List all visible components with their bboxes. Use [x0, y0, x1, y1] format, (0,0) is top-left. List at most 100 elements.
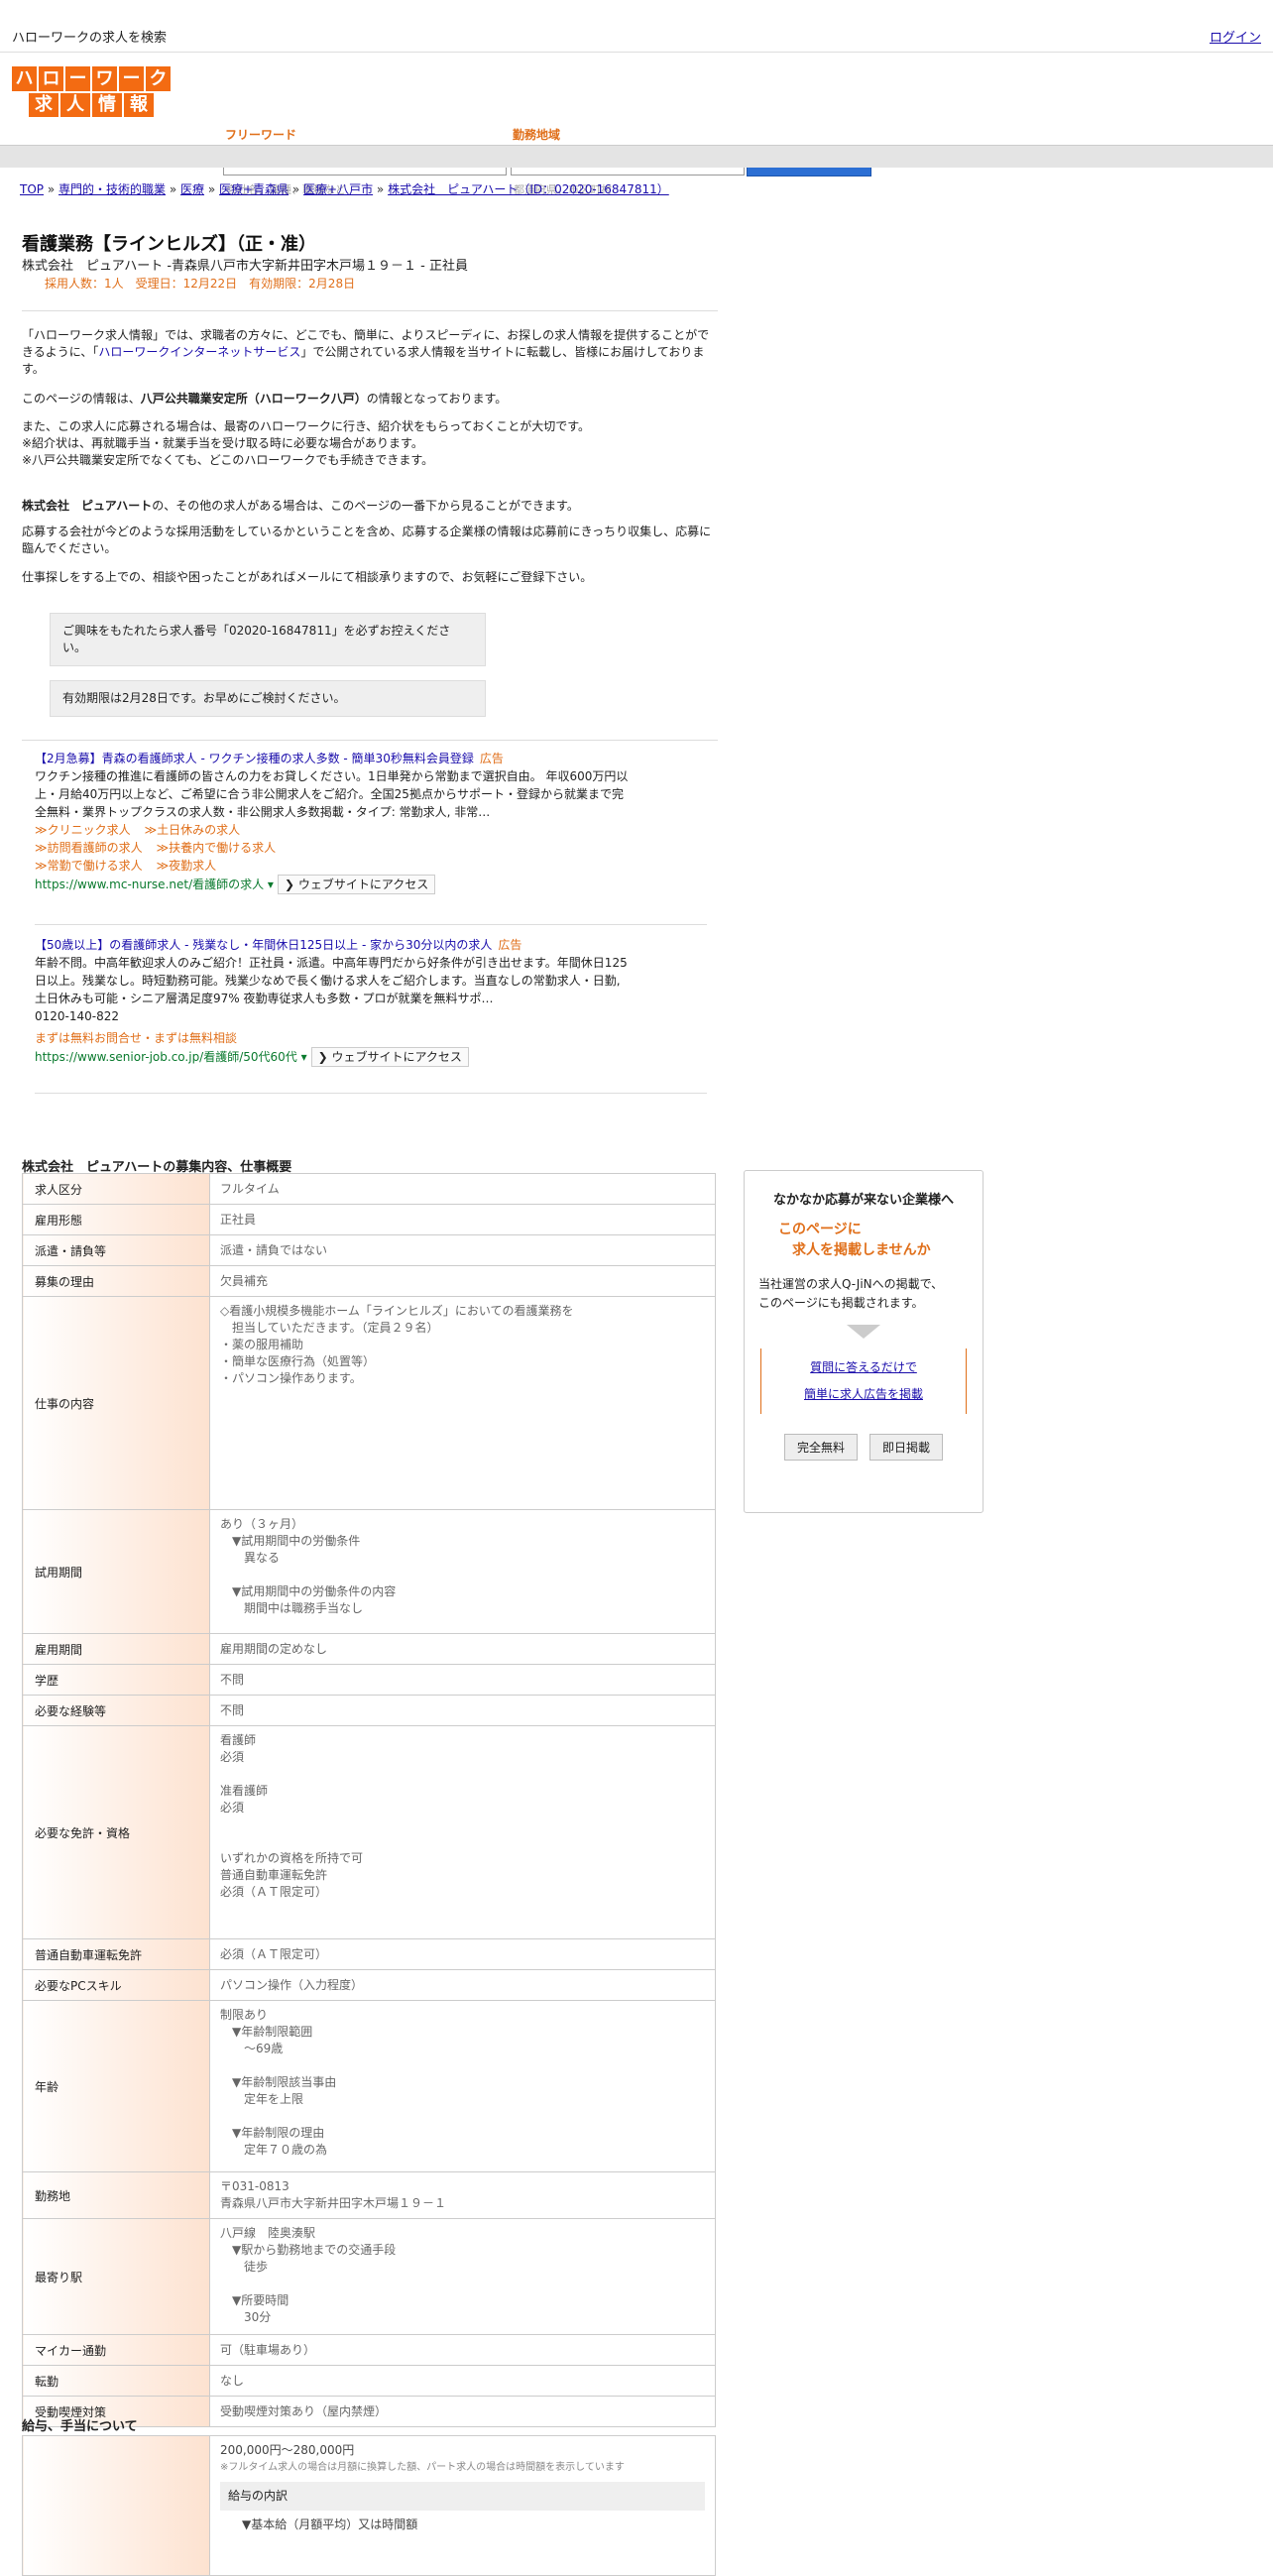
spec-row: 雇用形態 正社員 — [22, 1204, 716, 1235]
breadcrumb-link[interactable]: 医療+青森県 — [219, 182, 289, 196]
spec-key: 勤務地 — [22, 2171, 210, 2219]
logo-char: 情 — [92, 93, 122, 117]
promo-link[interactable]: 簡単に求人広告を掲載 — [804, 1387, 923, 1401]
ad-phone[interactable]: 0120-140-822 — [35, 1007, 630, 1025]
spec-row: 転勤 なし — [22, 2365, 716, 2397]
spec-value: 看護師 必須 准看護師 必須 いずれかの資格を所持で可 普通自動車運転免許 必須… — [209, 1725, 716, 1939]
breadcrumb-link[interactable]: 医療+八戸市 — [303, 182, 373, 196]
spec-value: 派遣・請負ではない — [209, 1234, 716, 1266]
spec-row: 最寄り駅 八戸線 陸奥湊駅 ▼駅から勤務地までの交通手段 徒歩 ▼所要時間 30分 — [22, 2218, 716, 2335]
spec-value: なし — [209, 2365, 716, 2397]
spec-row: 求人区分 フルタイム — [22, 1173, 716, 1205]
logo-char: ー — [65, 66, 90, 91]
spec-value: 不問 — [209, 1664, 716, 1696]
ad-sitelink[interactable]: ≫夜勤求人 — [157, 859, 217, 873]
spec-value: ◇看護小規模多機能ホーム「ラインヒルズ」においての看護業務を 担当していただきま… — [209, 1296, 716, 1510]
free-badge-button[interactable]: 完全無料 — [783, 1434, 858, 1461]
site-header: ハローワーク求人情報 フリーワード 会社名、業種、職種など 勤務地域 都道府県、… — [0, 53, 1273, 196]
wage-table: 200,000円〜280,000円 ※フルタイム求人の場合は月額に換算した額、パ… — [22, 2435, 716, 2576]
spec-key: 雇用期間 — [22, 1633, 210, 1665]
area-label: 勤務地域 — [513, 128, 561, 142]
company-line: 株式会社 ピュアハート -青森県八戸市大字新井田字木戸場１９－１ - 正社員 — [22, 259, 468, 274]
breadcrumb-separator: » — [204, 182, 219, 196]
promo-link-box: 質問に答えるだけで 簡単に求人広告を掲載 — [760, 1348, 967, 1414]
breadcrumb-link[interactable]: 株式会社 ピュアハート（ID：02020-16847811） — [388, 182, 669, 196]
header-divider — [0, 145, 1273, 168]
ad-visit-button[interactable]: ❯ ウェブサイトにアクセス — [277, 875, 436, 894]
divider — [35, 924, 707, 925]
spec-row: 雇用期間 雇用期間の定めなし — [22, 1633, 716, 1665]
site-logo[interactable]: ハローワーク求人情報 — [4, 66, 178, 119]
deadline-notice: 有効期限は2月28日です。お早めにご検討ください。 — [50, 680, 486, 717]
spec-row: 派遣・請負等 派遣・請負ではない — [22, 1234, 716, 1266]
ad-title-link[interactable]: 【50歳以上】の看護師求人 - 残業なし・年間休日125日以上 - 家から30分… — [35, 938, 492, 952]
ad-url[interactable]: https://www.senior-job.co.jp/看護師/50代60代 … — [35, 1050, 307, 1064]
promo-heading: なかなか応募が来ない企業様へ — [772, 1193, 954, 1208]
breadcrumb-link[interactable]: TOP — [20, 182, 44, 196]
arrow-down-icon — [847, 1325, 880, 1339]
spec-row: 学歴 不問 — [22, 1664, 716, 1696]
ad-sitelink[interactable]: ≫訪問看護師の求人 — [35, 841, 143, 855]
ad-sitelink[interactable]: ≫土日休みの求人 — [145, 823, 241, 837]
wage-amount: 200,000円〜280,000円 — [220, 2443, 355, 2457]
ad-url[interactable]: https://www.mc-nurse.net/看護師の求人 ▾ — [35, 878, 274, 891]
login-link[interactable]: ログイン — [1210, 27, 1261, 46]
spec-value: 必須（ＡＴ限定可） — [209, 1938, 716, 1970]
freeword-label: フリーワード — [225, 128, 297, 142]
id-notice: ご興味をもたれたら求人番号「02020-16847811」を必ずお控えください。 — [50, 613, 486, 666]
intro-paragraph-5: 応募する会社が今どのような採用活動をしているかということを含め、応募する企業様の… — [22, 525, 712, 555]
spec-value: 雇用期間の定めなし — [209, 1633, 716, 1665]
ad-title-link[interactable]: 【2月急募】青森の看護師求人 - ワクチン接種の求人多数 - 簡単30秒無料会員… — [35, 752, 474, 765]
spec-value: 欠員補充 — [209, 1265, 716, 1297]
spec-key: 学歴 — [22, 1664, 210, 1696]
logo-char: ク — [146, 66, 171, 91]
breadcrumb-separator: » — [289, 182, 304, 196]
spec-key: 年齢 — [22, 2000, 210, 2172]
spec-key: 求人区分 — [22, 1173, 210, 1205]
spec-key: 転勤 — [22, 2365, 210, 2397]
wage-value: 200,000円〜280,000円 ※フルタイム求人の場合は月額に換算した額、パ… — [209, 2435, 716, 2576]
spec-value: 可（駐車場あり） — [209, 2334, 716, 2366]
spec-key: 最寄り駅 — [22, 2218, 210, 2335]
ad-visit-button[interactable]: ❯ ウェブサイトにアクセス — [310, 1047, 469, 1067]
breadcrumb-link[interactable]: 専門的・技術的職業 — [58, 182, 166, 196]
spec-value: 受動喫煙対策あり（屋内禁煙） — [209, 2396, 716, 2427]
ad-sitelink[interactable]: ≫常勤で働ける求人 — [35, 859, 143, 873]
same-day-badge-button[interactable]: 即日掲載 — [869, 1434, 944, 1461]
spec-key: 仕事の内容 — [22, 1296, 210, 1510]
section-title: 給与、手当について — [22, 2419, 138, 2434]
spec-row: 仕事の内容 ◇看護小規模多機能ホーム「ラインヒルズ」においての看護業務を 担当して… — [22, 1296, 716, 1510]
logo-char: 求 — [29, 93, 58, 117]
ad-sitelink[interactable]: ≫クリニック求人 — [35, 823, 131, 837]
top-bar: ハローワークの求人を検索 ログイン — [0, 0, 1273, 53]
spec-key: 必要なPCスキル — [22, 1969, 210, 2001]
breadcrumb-separator: » — [166, 182, 180, 196]
ad-sitelink[interactable]: まずは無料お問合せ・まずは無料相談 — [35, 1031, 237, 1045]
spec-value: パソコン操作（入力程度） — [209, 1969, 716, 2001]
spec-key: マイカー通勤 — [22, 2334, 210, 2366]
promo-description: 当社運営の求人Q-JiNへの掲載で、 このページにも掲載されます。 — [758, 1277, 944, 1310]
job-spec-table: 求人区分 フルタイム 雇用形態 正社員 派遣・請負等 派遣・請負ではない 募集の理由 欠員補充… — [22, 1173, 716, 2427]
promo-headline: このページに 求人を掲載しませんか — [778, 1222, 931, 1258]
intro-paragraph-1: 「ハローワーク求人情報」では、求職者の方々に、どこでも、簡単に、よりスピーディに… — [22, 328, 710, 376]
divider — [22, 310, 718, 311]
spec-row: 必要な免許・資格 看護師 必須 准看護師 必須 いずれかの資格を所持で可 普通自動… — [22, 1725, 716, 1939]
promo-link[interactable]: 質問に答えるだけで — [810, 1360, 917, 1374]
wage-note: ※フルタイム求人の場合は月額に換算した額、パート求人の場合は時間額を表示していま… — [220, 2462, 625, 2473]
intro-paragraph-2: このページの情報は、八戸公共職業安定所（ハローワーク八戸）の情報となっております… — [22, 392, 508, 406]
site-tagline: ハローワークの求人を検索 — [12, 31, 168, 46]
breadcrumb-separator: » — [373, 182, 389, 196]
spec-key: 必要な免許・資格 — [22, 1725, 210, 1939]
spec-value: あり（３ヶ月） ▼試用期間中の労働条件 異なる ▼試用期間中の労働条件の内容 期… — [209, 1509, 716, 1634]
spec-key: 募集の理由 — [22, 1265, 210, 1297]
hellowork-link[interactable]: ハローワークインターネットサービス — [98, 345, 300, 359]
spec-value: フルタイム — [209, 1173, 716, 1205]
wage-breakdown-line: ▼基本給（月額平均）又は時間額 — [242, 2517, 418, 2531]
spec-row: 試用期間 あり（３ヶ月） ▼試用期間中の労働条件 異なる ▼試用期間中の労働条件の… — [22, 1509, 716, 1634]
ad-sitelink[interactable]: ≫扶養内で働ける求人 — [157, 841, 277, 855]
ad-tag: 広告 — [479, 752, 504, 765]
spec-row: 必要な経験等 不問 — [22, 1695, 716, 1726]
spec-value: 正社員 — [209, 1204, 716, 1235]
breadcrumb-link[interactable]: 医療 — [180, 182, 204, 196]
spec-value: 八戸線 陸奥湊駅 ▼駅から勤務地までの交通手段 徒歩 ▼所要時間 30分 — [209, 2218, 716, 2335]
